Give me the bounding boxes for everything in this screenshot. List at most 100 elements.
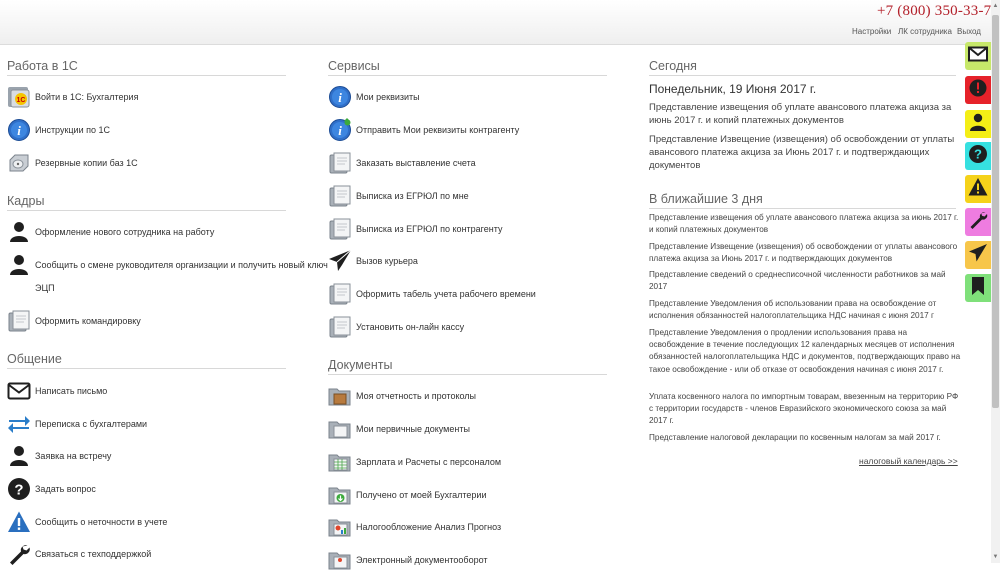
- side-help-button[interactable]: ?: [965, 142, 991, 170]
- item-label: Вызов курьера: [356, 256, 418, 266]
- business-trip-item[interactable]: Оформить командировку: [7, 309, 141, 333]
- item-label: Получено от моей Бухгалтерии: [356, 490, 487, 500]
- scroll-down-arrow-icon[interactable]: ▼: [992, 553, 999, 561]
- today-event: Представление Извещение (извещения) об о…: [649, 134, 955, 171]
- correspondence-item[interactable]: Переписка с бухгалтерами: [7, 412, 147, 436]
- section-title-communication: Общение: [7, 352, 62, 366]
- folder-sheet-icon: [328, 450, 352, 474]
- side-mail-button[interactable]: [965, 42, 991, 70]
- document-icon: [328, 151, 352, 175]
- item-label: Электронный документооборот: [356, 555, 488, 565]
- alert-icon: [968, 78, 988, 103]
- item-label: Мои реквизиты: [356, 92, 420, 102]
- online-cashbox-item[interactable]: Установить он-лайн кассу: [328, 315, 464, 339]
- call-courier-item[interactable]: Вызов курьера: [328, 249, 418, 273]
- side-warning-button[interactable]: [965, 175, 991, 203]
- item-label: Заказать выставление счета: [356, 158, 476, 168]
- section-title-today: Сегодня: [649, 59, 697, 73]
- phone-number: +7 (800) 350-33-73: [877, 3, 1000, 19]
- section-title-hr: Кадры: [7, 194, 45, 208]
- side-profile-button[interactable]: [965, 110, 991, 138]
- upcoming-event: Представление Уведомления об использован…: [649, 299, 937, 321]
- salary-item[interactable]: Зарплата и Расчеты с персоналом: [328, 450, 501, 474]
- timesheet-item[interactable]: Оформить табель учета рабочего времени: [328, 282, 536, 306]
- item-label: Резервные копии баз 1С: [35, 158, 138, 168]
- item-label: Выписка из ЕГРЮЛ по мне: [356, 191, 469, 201]
- scroll-thumb[interactable]: [992, 15, 999, 408]
- contact-support-item[interactable]: Связаться с техподдержкой: [7, 542, 151, 566]
- logout-link[interactable]: Выход: [957, 27, 981, 36]
- change-director-item[interactable]: Сообщить о смене руководителя организаци…: [7, 253, 328, 277]
- egrul-counterparty-item[interactable]: Выписка из ЕГРЮЛ по контрагенту: [328, 217, 502, 241]
- section-title-next-3-days: В ближайшие 3 дня: [649, 192, 763, 206]
- item-label: Оформить командировку: [35, 316, 141, 326]
- employee-account-link[interactable]: ЛК сотрудника: [898, 27, 952, 36]
- side-alert-button[interactable]: [965, 76, 991, 104]
- person-icon: [968, 112, 988, 137]
- item-label: Налогообложение Анализ Прогноз: [356, 522, 502, 532]
- settings-link[interactable]: Настройки: [852, 27, 891, 36]
- question-icon: ?: [968, 144, 988, 169]
- item-label-continuation: ЭЦП: [35, 283, 55, 293]
- item-label: Написать письмо: [35, 386, 108, 396]
- paper-plane-icon: [968, 243, 988, 268]
- item-label: Оформить табель учета рабочего времени: [356, 289, 536, 299]
- wrench-icon: [7, 542, 31, 566]
- login-1c-item[interactable]: 1С Войти в 1С: Бухгалтерия: [7, 85, 138, 109]
- document-icon: [328, 315, 352, 339]
- my-reports-item[interactable]: Моя отчетность и протоколы: [328, 384, 476, 408]
- scroll-up-arrow-icon[interactable]: ▲: [992, 2, 999, 10]
- meeting-request-item[interactable]: Заявка на встречу: [7, 444, 111, 468]
- report-inaccuracy-item[interactable]: Сообщить о неточности в учете: [7, 510, 167, 534]
- item-label: Отправить Мои реквизиты контрагенту: [356, 125, 520, 135]
- svg-text:i: i: [338, 123, 342, 138]
- divider: [649, 208, 956, 209]
- person-icon: [7, 253, 31, 277]
- bookmark-icon: [970, 276, 986, 301]
- side-bookmark-button[interactable]: [965, 274, 991, 302]
- side-courier-button[interactable]: [965, 241, 991, 269]
- warning-icon: [968, 177, 988, 202]
- edo-item[interactable]: Электронный документооборот: [328, 548, 488, 572]
- folder-chart-icon: [328, 515, 352, 539]
- received-from-accounting-item[interactable]: Получено от моей Бухгалтерии: [328, 483, 487, 507]
- folder-download-icon: [328, 483, 352, 507]
- question-icon: ?: [7, 477, 31, 501]
- folder-icon: [328, 417, 352, 441]
- today-date: Понедельник, 19 Июня 2017 г.: [649, 82, 817, 96]
- instructions-1c-item[interactable]: i Инструкции по 1С: [7, 118, 110, 142]
- folder-box-icon: [328, 384, 352, 408]
- backups-1c-item[interactable]: Резервные копии баз 1С: [7, 151, 138, 175]
- item-label: Задать вопрос: [35, 484, 96, 494]
- section-title-services: Сервисы: [328, 59, 380, 73]
- document-icon: [328, 282, 352, 306]
- my-requisites-item[interactable]: i Мои реквизиты: [328, 85, 420, 109]
- item-label: Установить он-лайн кассу: [356, 322, 465, 332]
- upcoming-event: Представление налоговой декларации по ко…: [649, 433, 941, 442]
- divider: [649, 75, 956, 76]
- item-label: Инструкции по 1С: [35, 125, 110, 135]
- tax-analysis-item[interactable]: Налогообложение Анализ Прогноз: [328, 515, 501, 539]
- info-send-icon: i: [328, 118, 352, 142]
- paper-plane-icon: [328, 249, 352, 273]
- side-support-button[interactable]: [965, 208, 991, 236]
- order-invoice-item[interactable]: Заказать выставление счета: [328, 151, 476, 175]
- upcoming-event: Представление Извещение (извещения) об о…: [649, 242, 958, 264]
- divider: [7, 368, 286, 369]
- write-letter-item[interactable]: Написать письмо: [7, 379, 107, 403]
- ask-question-item[interactable]: ? Задать вопрос: [7, 477, 96, 501]
- divider: [7, 210, 286, 211]
- info-icon: i: [7, 118, 31, 142]
- scrollbar[interactable]: ▲ ▼: [991, 0, 1000, 563]
- divider: [328, 374, 607, 375]
- divider: [7, 75, 286, 76]
- tax-calendar-link[interactable]: налоговый календарь >>: [859, 456, 958, 466]
- new-employee-item[interactable]: Оформление нового сотрудника на работу: [7, 220, 214, 244]
- egrul-self-item[interactable]: Выписка из ЕГРЮЛ по мне: [328, 184, 469, 208]
- primary-docs-item[interactable]: Мои первичные документы: [328, 417, 470, 441]
- svg-text:?: ?: [14, 482, 23, 499]
- info-icon: i: [328, 85, 352, 109]
- svg-text:i: i: [17, 123, 21, 138]
- send-requisites-item[interactable]: i Отправить Мои реквизиты контрагенту: [328, 118, 519, 142]
- envelope-icon: [968, 46, 988, 67]
